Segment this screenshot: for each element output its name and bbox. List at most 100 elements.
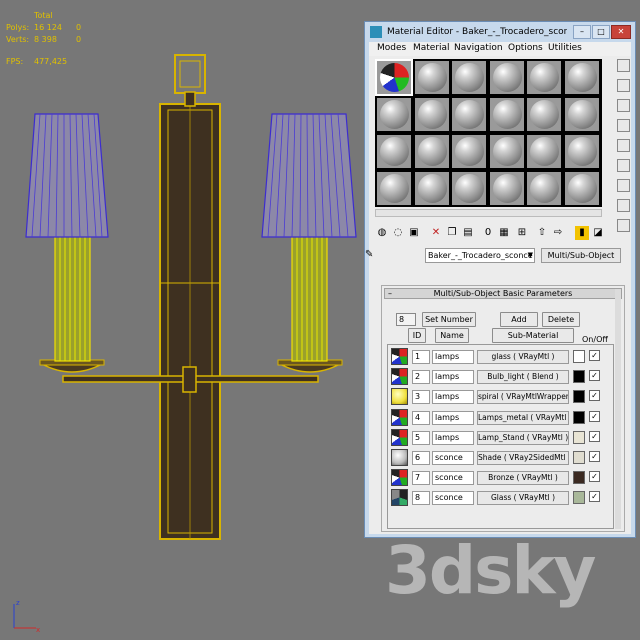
sort-by-id-button[interactable]: ID — [408, 328, 426, 343]
extra-tool-icon[interactable]: ◪ — [591, 226, 605, 240]
title-bar[interactable]: Material Editor - Baker_-_Trocadero_scon… — [365, 22, 635, 42]
sample-slot[interactable] — [564, 135, 599, 168]
eyedropper-icon[interactable]: ✎ — [365, 249, 379, 263]
row-on-off-checkbox[interactable]: ✓ — [589, 430, 600, 442]
show-end-result-icon[interactable]: ⊞ — [515, 226, 529, 240]
rollout-scrollbar[interactable] — [615, 289, 621, 529]
sample-slot[interactable] — [452, 135, 486, 168]
row-color-swatch[interactable] — [573, 430, 585, 444]
background-icon[interactable] — [617, 99, 630, 112]
submaterial-thumbnail[interactable] — [391, 388, 408, 406]
row-submaterial-button[interactable]: Bulb_light ( Blend ) — [477, 370, 569, 385]
video-color-check-icon[interactable] — [617, 139, 630, 152]
row-submaterial-button[interactable]: Lamp_Stand ( VRayMtl ) — [477, 430, 569, 445]
sample-slot[interactable] — [527, 61, 561, 94]
submaterial-thumbnail[interactable] — [391, 449, 408, 466]
sample-slot[interactable] — [564, 172, 599, 205]
rollout-toggle[interactable]: – — [388, 289, 392, 298]
material-name-field[interactable]: Baker_-_Trocadero_sconce ▼ — [425, 248, 535, 263]
submaterial-thumbnail[interactable] — [391, 348, 408, 365]
menu-navigation[interactable]: Navigation — [454, 43, 503, 53]
menu-utilities[interactable]: Utilities — [548, 43, 582, 53]
reset-map-icon[interactable]: ✕ — [429, 226, 443, 240]
sample-slot[interactable] — [452, 61, 486, 94]
submaterial-thumbnail[interactable] — [391, 428, 408, 446]
sample-slot[interactable] — [414, 172, 449, 205]
row-id-field[interactable]: 4 — [412, 410, 430, 425]
show-in-viewport-icon[interactable]: ▮ — [575, 226, 589, 240]
rollout-header[interactable]: – Multi/Sub-Object Basic Parameters — [384, 288, 622, 299]
row-color-swatch[interactable] — [573, 350, 585, 363]
sample-type-icon[interactable] — [617, 59, 630, 72]
menu-options[interactable]: Options — [508, 43, 543, 53]
material-editor-window[interactable]: Material Editor - Baker_-_Trocadero_scon… — [364, 21, 636, 538]
options-icon[interactable] — [617, 179, 630, 192]
row-on-off-checkbox[interactable]: ✓ — [589, 491, 600, 503]
row-name-field[interactable]: sconce — [432, 491, 474, 506]
make-unique-icon[interactable]: ❐ — [445, 226, 459, 240]
sample-slot[interactable] — [414, 135, 449, 168]
row-name-field[interactable]: lamps — [432, 410, 474, 425]
sample-slot[interactable] — [414, 98, 449, 131]
row-submaterial-button[interactable]: Glass ( VRayMtl ) — [477, 491, 569, 506]
row-submaterial-button[interactable]: spiral ( VRayMtlWrapper ) — [477, 390, 569, 405]
assign-to-selection-icon[interactable]: ▣ — [407, 226, 421, 240]
row-name-field[interactable]: lamps — [432, 350, 474, 364]
add-button[interactable]: Add — [500, 312, 538, 327]
row-color-swatch[interactable] — [573, 410, 585, 424]
minimize-button[interactable]: – — [573, 25, 591, 39]
row-id-field[interactable]: 6 — [412, 451, 430, 465]
put-to-library-icon[interactable]: ▤ — [461, 226, 475, 240]
select-by-material-icon[interactable] — [617, 199, 630, 212]
row-on-off-checkbox[interactable]: ✓ — [589, 390, 600, 402]
row-id-field[interactable]: 2 — [412, 370, 430, 385]
row-color-swatch[interactable] — [573, 491, 585, 505]
sample-slot[interactable] — [489, 172, 524, 205]
sample-slot[interactable] — [527, 172, 561, 205]
row-on-off-checkbox[interactable]: ✓ — [589, 370, 600, 382]
go-forward-sibling-icon[interactable]: ⇨ — [551, 226, 565, 240]
material-map-navigator-icon[interactable] — [617, 219, 630, 232]
row-color-swatch[interactable] — [573, 370, 585, 384]
count-field[interactable]: 8 — [396, 313, 416, 326]
menu-modes[interactable]: Modes — [377, 43, 406, 53]
sample-slot[interactable] — [527, 135, 561, 168]
row-color-swatch[interactable] — [573, 390, 585, 404]
slots-scrollbar[interactable] — [375, 209, 602, 217]
show-map-icon[interactable]: ▦ — [497, 226, 511, 240]
sample-slot[interactable] — [489, 61, 524, 94]
sample-slot[interactable] — [377, 135, 411, 168]
row-id-field[interactable]: 3 — [412, 390, 430, 405]
row-name-field[interactable]: sconce — [432, 451, 474, 465]
sample-slot[interactable] — [564, 98, 599, 131]
sample-slot[interactable] — [452, 172, 486, 205]
submaterial-thumbnail[interactable] — [391, 408, 408, 426]
row-on-off-checkbox[interactable]: ✓ — [589, 410, 600, 422]
menu-material[interactable]: Material — [413, 43, 450, 53]
close-button[interactable]: ✕ — [611, 25, 631, 39]
uv-tiling-icon[interactable] — [617, 119, 630, 132]
set-number-button[interactable]: Set Number — [422, 312, 476, 327]
material-type-button[interactable]: Multi/Sub-Object — [541, 248, 621, 263]
row-name-field[interactable]: sconce — [432, 471, 474, 486]
row-id-field[interactable]: 8 — [412, 491, 430, 506]
row-submaterial-button[interactable]: Lamps_metal ( VRayMtl ) — [477, 410, 569, 425]
sample-slot[interactable] — [375, 59, 413, 96]
sample-slot[interactable] — [527, 98, 561, 131]
row-color-swatch[interactable] — [573, 471, 585, 485]
row-submaterial-button[interactable]: Shade ( VRay2SidedMtl ) — [477, 451, 569, 465]
row-on-off-checkbox[interactable]: ✓ — [589, 350, 600, 361]
put-to-scene-icon[interactable]: ◌ — [391, 226, 405, 240]
row-id-field[interactable]: 7 — [412, 471, 430, 486]
sample-slot[interactable] — [377, 98, 411, 131]
submaterial-thumbnail[interactable] — [391, 368, 408, 386]
sample-slot[interactable] — [489, 135, 524, 168]
sample-slot[interactable] — [489, 98, 524, 131]
row-name-field[interactable]: lamps — [432, 390, 474, 405]
delete-button[interactable]: Delete — [542, 312, 580, 327]
row-on-off-checkbox[interactable]: ✓ — [589, 451, 600, 462]
row-color-swatch[interactable] — [573, 451, 585, 464]
make-preview-icon[interactable] — [617, 159, 630, 172]
row-id-field[interactable]: 5 — [412, 430, 430, 445]
row-id-field[interactable]: 1 — [412, 350, 430, 364]
